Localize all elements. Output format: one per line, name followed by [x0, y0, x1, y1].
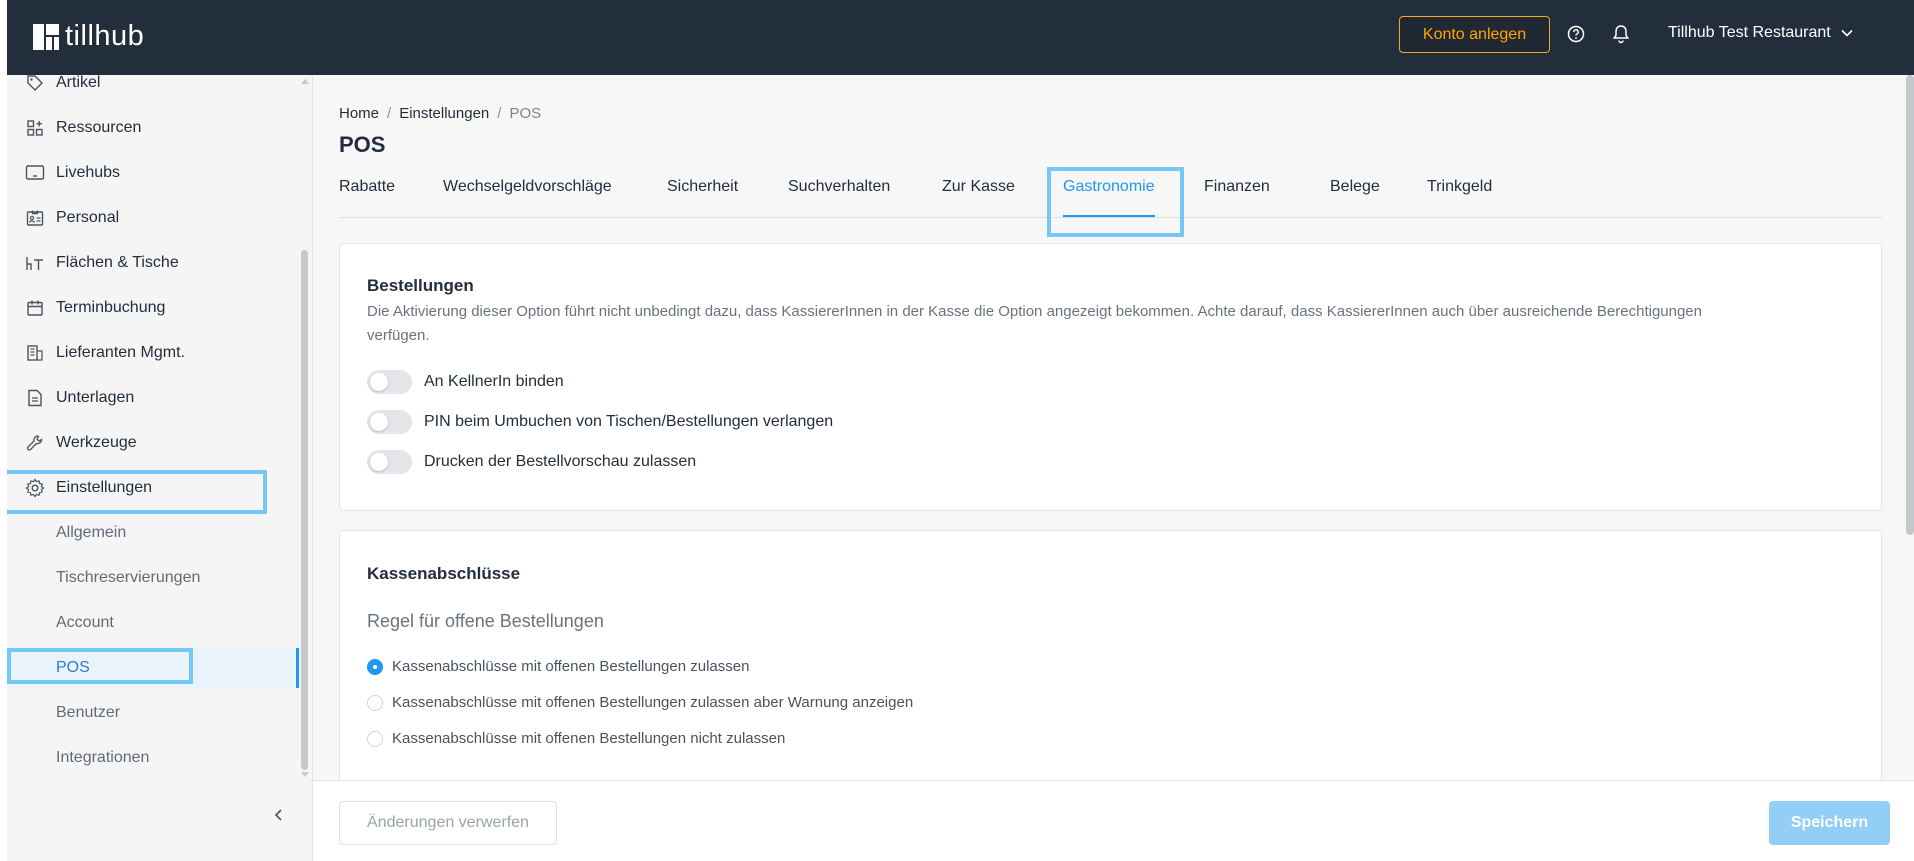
bell-icon[interactable] — [1612, 24, 1630, 44]
radio-button[interactable] — [367, 658, 383, 675]
toggle-row-print-preview: Drucken der Bestellvorschau zulassen — [367, 450, 696, 474]
orders-card-description: Die Aktivierung dieser Option führt nich… — [367, 303, 1702, 344]
sidebar-subitem-tischreservierungen[interactable]: Tischreservierungen — [7, 558, 299, 598]
breadcrumb-einstellungen[interactable]: Einstellungen — [399, 105, 489, 122]
radio-row-allow-warning: Kassenabschlüsse mit offenen Bestellunge… — [367, 694, 913, 711]
toggle-switch[interactable] — [367, 450, 412, 474]
tab-suchverhalten[interactable]: Suchverhalten — [788, 178, 890, 217]
tab-rabatte[interactable]: Rabatte — [339, 178, 395, 217]
sidebar-item-personal[interactable]: Personal — [7, 198, 299, 238]
tab-zur-kasse[interactable]: Zur Kasse — [942, 178, 1015, 217]
konto-anlegen-button[interactable]: Konto anlegen — [1399, 16, 1550, 53]
tab-gastronomie[interactable]: Gastronomie — [1063, 178, 1155, 217]
account-name: Tillhub Test Restaurant — [1668, 24, 1831, 41]
sidebar-item-lieferanten[interactable]: Lieferanten Mgmt. — [7, 333, 299, 373]
account-menu[interactable]: Tillhub Test Restaurant — [1668, 24, 1853, 42]
radio-label: Kassenabschlüsse mit offenen Bestellunge… — [392, 730, 786, 747]
footer-bar: Änderungen verwerfen Speichern — [313, 780, 1914, 861]
collapse-sidebar-icon[interactable] — [269, 805, 289, 825]
document-icon — [25, 388, 45, 408]
sidebar-scrollbar-thumb[interactable] — [301, 250, 308, 770]
building-icon — [25, 343, 45, 363]
toggle-row-pin: PIN beim Umbuchen von Tischen/Bestellung… — [367, 410, 833, 434]
breadcrumb-separator: / — [497, 105, 502, 122]
sidebar-subitem-integrationen[interactable]: Integrationen — [7, 738, 299, 778]
tab-trinkgeld[interactable]: Trinkgeld — [1427, 178, 1492, 217]
sidebar: Artikel Ressourcen Livehubs Personal Flä… — [7, 74, 313, 861]
tab-finanzen[interactable]: Finanzen — [1204, 178, 1270, 217]
tab-wechselgeldvorschlaege[interactable]: Wechselgeldvorschläge — [443, 178, 612, 217]
orders-card-title: Bestellungen — [367, 276, 474, 295]
sidebar-item-ressourcen[interactable]: Ressourcen — [7, 108, 299, 148]
logo-mark-icon — [33, 23, 59, 50]
radio-row-disallow: Kassenabschlüsse mit offenen Bestellunge… — [367, 730, 785, 747]
tab-sicherheit[interactable]: Sicherheit — [667, 178, 738, 217]
sidebar-item-artikel[interactable]: Artikel — [7, 63, 299, 103]
calendar-icon — [25, 298, 45, 318]
chevron-down-icon — [1841, 29, 1853, 37]
tillhub-logo[interactable]: tillhub — [33, 20, 144, 53]
sidebar-subitem-account[interactable]: Account — [7, 603, 299, 643]
toggle-label: An KellnerIn binden — [424, 373, 564, 390]
main-content: Home / Einstellungen / POS POS Rabatte W… — [313, 75, 1914, 861]
toggle-switch[interactable] — [367, 370, 412, 394]
closing-card-subheading: Regel für offene Bestellungen — [367, 611, 604, 631]
save-button[interactable]: Speichern — [1769, 801, 1890, 845]
radio-button[interactable] — [367, 730, 383, 747]
breadcrumb-home[interactable]: Home — [339, 105, 379, 122]
gear-icon — [25, 478, 45, 498]
scroll-down-arrow-icon[interactable] — [301, 772, 309, 778]
help-icon[interactable] — [1567, 25, 1585, 43]
sidebar-item-terminbuchung[interactable]: Terminbuchung — [7, 288, 299, 328]
scroll-up-arrow-icon[interactable] — [301, 78, 309, 84]
page-title: POS — [339, 132, 386, 157]
settings-tabs: Rabatte Wechselgeldvorschläge Sicherheit… — [339, 178, 1882, 218]
monitor-icon — [25, 163, 45, 183]
radio-button[interactable] — [367, 694, 383, 711]
sidebar-subitem-benutzer[interactable]: Benutzer — [7, 693, 299, 733]
sidebar-item-flaechen-tische[interactable]: Flächen & Tische — [7, 243, 299, 283]
breadcrumb: Home / Einstellungen / POS — [339, 105, 541, 122]
discard-changes-button[interactable]: Änderungen verwerfen — [339, 801, 557, 845]
tab-belege[interactable]: Belege — [1330, 178, 1380, 217]
closing-card-title: Kassenabschlüsse — [367, 564, 521, 583]
main-scrollbar-thumb[interactable] — [1906, 75, 1914, 535]
table-icon — [25, 253, 45, 273]
tag-icon — [25, 73, 45, 93]
breadcrumb-separator: / — [387, 105, 392, 122]
sidebar-subitem-allgemein[interactable]: Allgemein — [7, 513, 299, 553]
sidebar-item-einstellungen[interactable]: Einstellungen — [7, 468, 299, 508]
sidebar-item-unterlagen[interactable]: Unterlagen — [7, 378, 299, 418]
orders-card: Bestellungen Die Aktivierung dieser Opti… — [339, 243, 1882, 511]
sidebar-item-werkzeuge[interactable]: Werkzeuge — [7, 423, 299, 463]
id-card-icon — [25, 208, 45, 228]
left-edge — [0, 0, 7, 861]
breadcrumb-current: POS — [509, 105, 542, 122]
toggle-label: Drucken der Bestellvorschau zulassen — [424, 453, 697, 470]
resources-icon — [25, 118, 45, 138]
logo-text: tillhub — [65, 20, 145, 52]
sidebar-item-livehubs[interactable]: Livehubs — [7, 153, 299, 193]
toggle-label: PIN beim Umbuchen von Tischen/Bestellung… — [424, 413, 834, 430]
toggle-row-kellner: An KellnerIn binden — [367, 370, 564, 394]
closing-card: Kassenabschlüsse Regel für offene Bestel… — [339, 530, 1882, 820]
radio-label: Kassenabschlüsse mit offenen Bestellunge… — [392, 694, 914, 711]
wrench-icon — [25, 433, 45, 453]
radio-label: Kassenabschlüsse mit offenen Bestellunge… — [392, 658, 750, 675]
sidebar-subitem-pos[interactable]: POS — [7, 648, 299, 688]
radio-row-allow: Kassenabschlüsse mit offenen Bestellunge… — [367, 658, 749, 675]
toggle-switch[interactable] — [367, 410, 412, 434]
